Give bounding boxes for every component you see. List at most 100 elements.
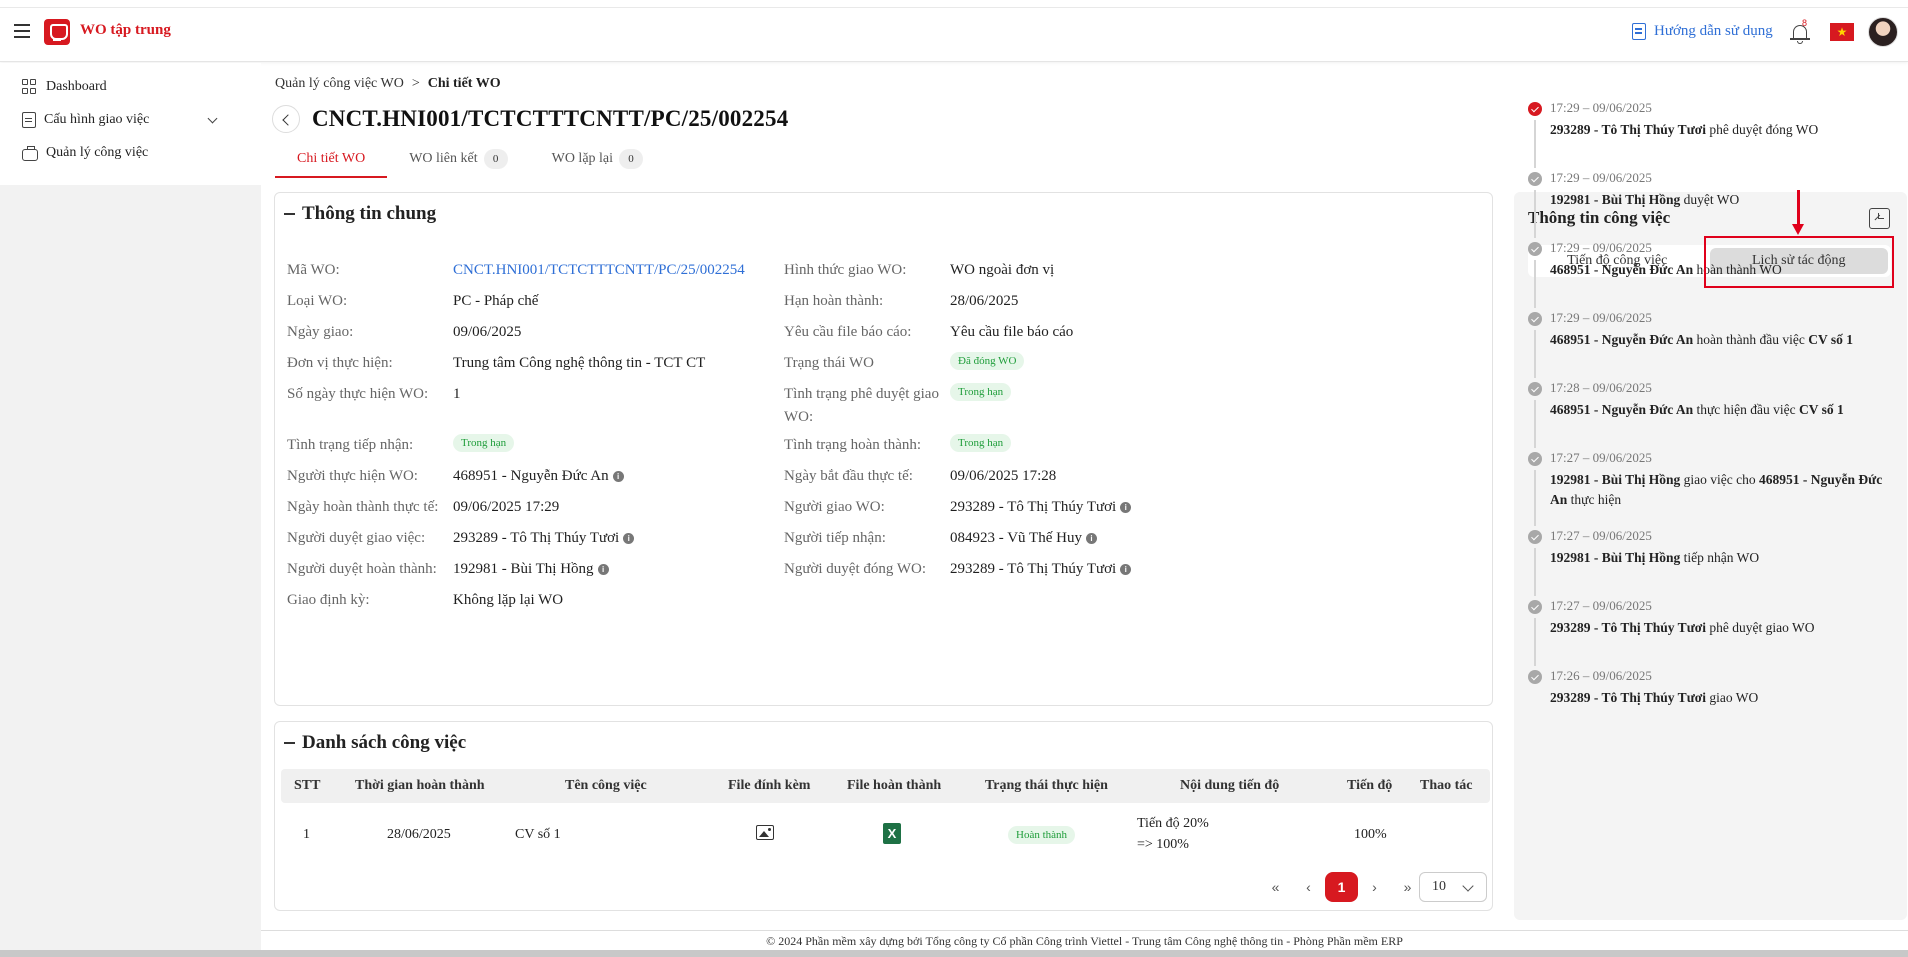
info-value: Yêu cầu file báo cáo <box>950 321 1073 344</box>
info-value-text: 28/06/2025 <box>950 293 1019 309</box>
sidebar-item-dashboard[interactable]: Dashboard <box>22 79 212 95</box>
history-time: 17:29 – 09/06/2025 <box>1550 310 1652 325</box>
info-value-text: 09/06/2025 17:28 <box>950 468 1057 484</box>
info-label: Ngày hoàn thành thực tế: <box>287 499 439 515</box>
info-value-text: Yêu cầu file báo cáo <box>950 324 1074 340</box>
info-label: Người giao WO: <box>784 499 885 515</box>
info-icon[interactable]: i <box>612 471 624 482</box>
panel-title: Thông tin công việc <box>1528 208 1671 227</box>
timeline-connector <box>1534 120 1536 168</box>
sidebar-item-label: Dashboard <box>46 79 107 94</box>
tab-repeat-wo[interactable]: WO lặp lại 0 <box>530 147 665 178</box>
work-info-panel: Thông tin công việc Tiến độ công việc Lị… <box>1514 100 1907 920</box>
info-value-text: 09/06/2025 <box>453 324 522 340</box>
info-value-text: 1 <box>453 386 461 402</box>
top-bar: WO tập trung Hướng dẫn sử dụng 8 ★ <box>0 0 1908 62</box>
first-page-button[interactable]: « <box>1259 872 1292 902</box>
general-info-header[interactable]: Thông tin chung <box>284 203 436 225</box>
history-actor: 192981 - Bùi Thị Hồng <box>1550 550 1681 565</box>
timeline-connector <box>1534 190 1536 238</box>
history-time: 17:27 – 09/06/2025 <box>1550 450 1652 465</box>
info-value[interactable]: CNCT.HNI001/TCTCTTTCNTT/PC/25/002254 <box>453 259 745 282</box>
user-guide-link[interactable]: Hướng dẫn sử dụng <box>1632 23 1773 40</box>
tab-wo-detail[interactable]: Chi tiết WO <box>275 147 388 178</box>
info-label: Tình trạng hoàn thành: <box>784 437 922 453</box>
detail-tabs: Chi tiết WO WO liên kết 0 WO lặp lại 0 <box>275 147 665 178</box>
dashboard-icon <box>22 79 38 95</box>
breadcrumb-separator: > <box>411 76 420 91</box>
info-icon[interactable]: i <box>623 533 635 544</box>
cell-progress-line1: Tiến độ 20% <box>1137 816 1209 831</box>
annotation-arrow <box>1797 190 1800 226</box>
tab-count-badge: 0 <box>483 149 508 169</box>
check-circle-icon <box>1528 312 1542 326</box>
breadcrumb-parent[interactable]: Quản lý công việc WO <box>275 76 404 92</box>
notification-bell-icon[interactable]: 8 <box>1790 18 1810 44</box>
menu-icon[interactable] <box>14 24 30 38</box>
table-header: STT Thời gian hoàn thành Tên công việc F… <box>281 769 1490 803</box>
check-circle-icon <box>1528 382 1542 396</box>
info-value-text: 084923 - Vũ Thế Huy <box>950 530 1082 546</box>
prev-page-button[interactable]: ‹ <box>1292 872 1325 902</box>
language-flag-icon[interactable]: ★ <box>1830 23 1854 41</box>
info-value-text: 468951 - Nguyễn Đức An <box>453 468 609 484</box>
user-avatar[interactable] <box>1868 17 1898 47</box>
info-icon[interactable]: i <box>597 564 609 575</box>
cell-task-name: CV số 1 <box>515 827 561 842</box>
column-header: Tên công việc <box>565 778 647 793</box>
next-page-button[interactable]: › <box>1358 872 1391 902</box>
info-value: 09/06/2025 17:29 <box>453 496 559 519</box>
pagination: « ‹ 1 › » <box>1259 872 1424 902</box>
collapse-icon <box>284 213 295 215</box>
history-action: giao WO <box>1706 690 1759 705</box>
tab-label: WO lặp lại <box>551 151 614 166</box>
check-circle-icon <box>1528 242 1542 256</box>
info-value: Trung tâm Công nghệ thông tin - TCT CT <box>453 352 705 375</box>
column-header: STT <box>294 778 321 793</box>
back-button[interactable] <box>272 105 300 133</box>
history-actor: 468951 - Nguyễn Đức An <box>1550 332 1694 347</box>
tab-count-badge: 0 <box>619 149 644 169</box>
info-label: Đơn vị thực hiện: <box>287 355 393 371</box>
info-label: Hạn hoàn thành: <box>784 293 884 309</box>
info-value: 293289 - Tô Thị Thúy Tươi i <box>453 527 635 550</box>
info-label: Người duyệt giao việc: <box>287 530 426 546</box>
info-value: 28/06/2025 <box>950 290 1018 313</box>
history-actor: 293289 - Tô Thị Thúy Tươi <box>1550 690 1707 705</box>
info-value-text: PC - Pháp chế <box>453 293 539 309</box>
info-value-text: Trung tâm Công nghệ thông tin - TCT CT <box>453 355 706 371</box>
sidebar-item-task-config[interactable]: Cấu hình giao việc <box>22 112 218 128</box>
column-header: Thời gian hoàn thành <box>355 778 485 793</box>
chevron-down-icon[interactable] <box>207 113 218 124</box>
info-label: Yêu cầu file báo cáo: <box>784 324 912 340</box>
minimize-icon[interactable] <box>1869 208 1890 229</box>
timeline-connector <box>1534 330 1536 378</box>
sidebar-item-work-management[interactable]: Quản lý công việc <box>22 145 212 161</box>
history-time: 17:29 – 09/06/2025 <box>1550 170 1652 185</box>
column-header: Tiến độ <box>1347 778 1393 793</box>
page-number-button[interactable]: 1 <box>1325 872 1358 902</box>
history-text: 468951 - Nguyễn Đức An thực hiện đầu việ… <box>1550 400 1890 420</box>
history-actor: 192981 - Bùi Thị Hồng <box>1550 472 1681 487</box>
info-value-text: WO ngoài đơn vị <box>950 262 1055 278</box>
image-attachment-icon[interactable] <box>756 825 774 840</box>
page-size-select[interactable]: 10 <box>1419 872 1487 902</box>
window-bottom-edge <box>0 950 1908 957</box>
check-circle-icon <box>1528 670 1542 684</box>
history-text: 293289 - Tô Thị Thúy Tươi phê duyệt đóng… <box>1550 120 1890 140</box>
status-badge: Trong hạn <box>453 434 515 452</box>
info-icon[interactable]: i <box>1120 564 1132 575</box>
info-label: Trạng thái WO <box>784 355 874 371</box>
history-actor: 293289 - Tô Thị Thúy Tươi <box>1550 620 1707 635</box>
history-tail: thực hiện <box>1567 492 1622 507</box>
user-guide-label: Hướng dẫn sử dụng <box>1654 23 1773 39</box>
info-value: WO ngoài đơn vị <box>950 259 1054 282</box>
info-icon[interactable]: i <box>1120 502 1132 513</box>
info-icon[interactable]: i <box>1085 533 1097 544</box>
general-info-title: Thông tin chung <box>302 203 437 224</box>
excel-file-icon[interactable]: X <box>883 823 901 844</box>
info-value: 293289 - Tô Thị Thúy Tươi i <box>950 558 1132 581</box>
task-list-header[interactable]: Danh sách công việc <box>284 732 466 754</box>
tab-linked-wo[interactable]: WO liên kết 0 <box>387 147 529 178</box>
breadcrumb-current: Chi tiết WO <box>427 76 501 91</box>
